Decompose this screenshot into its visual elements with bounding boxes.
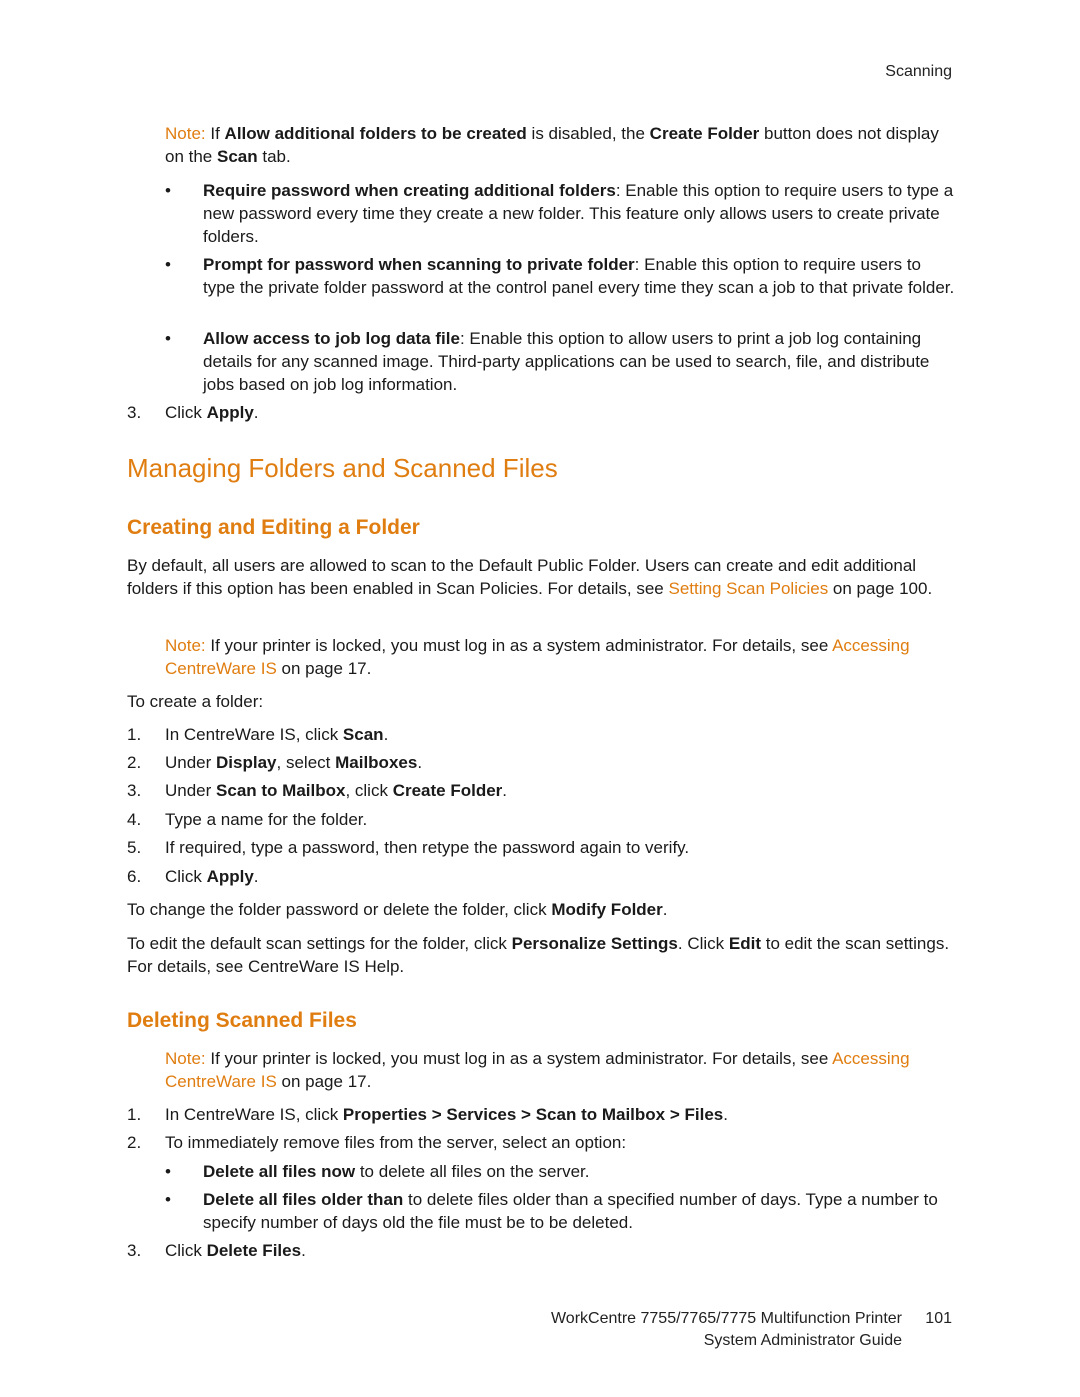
bullet-icon: • <box>165 255 171 274</box>
link-setting-scan-policies[interactable]: Setting Scan Policies <box>669 579 829 598</box>
running-header: Scanning <box>885 63 952 80</box>
subsection-heading-creating: Creating and Editing a Folder <box>127 516 420 539</box>
page-footer: WorkCentre 7755/7765/7775 Multifunction … <box>551 1308 952 1352</box>
footer-guide: System Administrator Guide <box>703 1332 902 1349</box>
option-bullet: • Prompt for password when scanning to p… <box>165 255 955 297</box>
bullet-icon: • <box>165 329 171 348</box>
page-number: 101 <box>925 1310 952 1327</box>
bullet-icon: • <box>165 1190 171 1209</box>
intro-paragraph: By default, all users are allowed to sca… <box>127 556 933 598</box>
personalize-paragraph: To edit the default scan settings for th… <box>127 934 950 976</box>
note-label: Note: <box>165 636 206 655</box>
footer-product: WorkCentre 7755/7765/7775 Multifunction … <box>550 1310 902 1327</box>
note-locked-printer: Note: If your printer is locked, you mus… <box>165 1049 910 1091</box>
note-locked-printer: Note: If your printer is locked, you mus… <box>165 636 910 678</box>
note-label: Note: <box>165 1049 206 1068</box>
subsection-heading-deleting: Deleting Scanned Files <box>127 1009 357 1032</box>
option-bullet: • Allow access to job log data file: Ena… <box>165 329 930 394</box>
note-create-folder: Note: If Allow additional folders to be … <box>165 124 939 166</box>
bullet-icon: • <box>165 181 171 200</box>
option-bullet: • Require password when creating additio… <box>165 181 954 246</box>
note-label: Note: <box>165 124 206 143</box>
lead-text: To create a folder: <box>127 692 264 711</box>
bullet-icon: • <box>165 1162 171 1181</box>
section-heading: Managing Folders and Scanned Files <box>127 453 558 483</box>
modify-paragraph: To change the folder password or delete … <box>127 900 668 919</box>
